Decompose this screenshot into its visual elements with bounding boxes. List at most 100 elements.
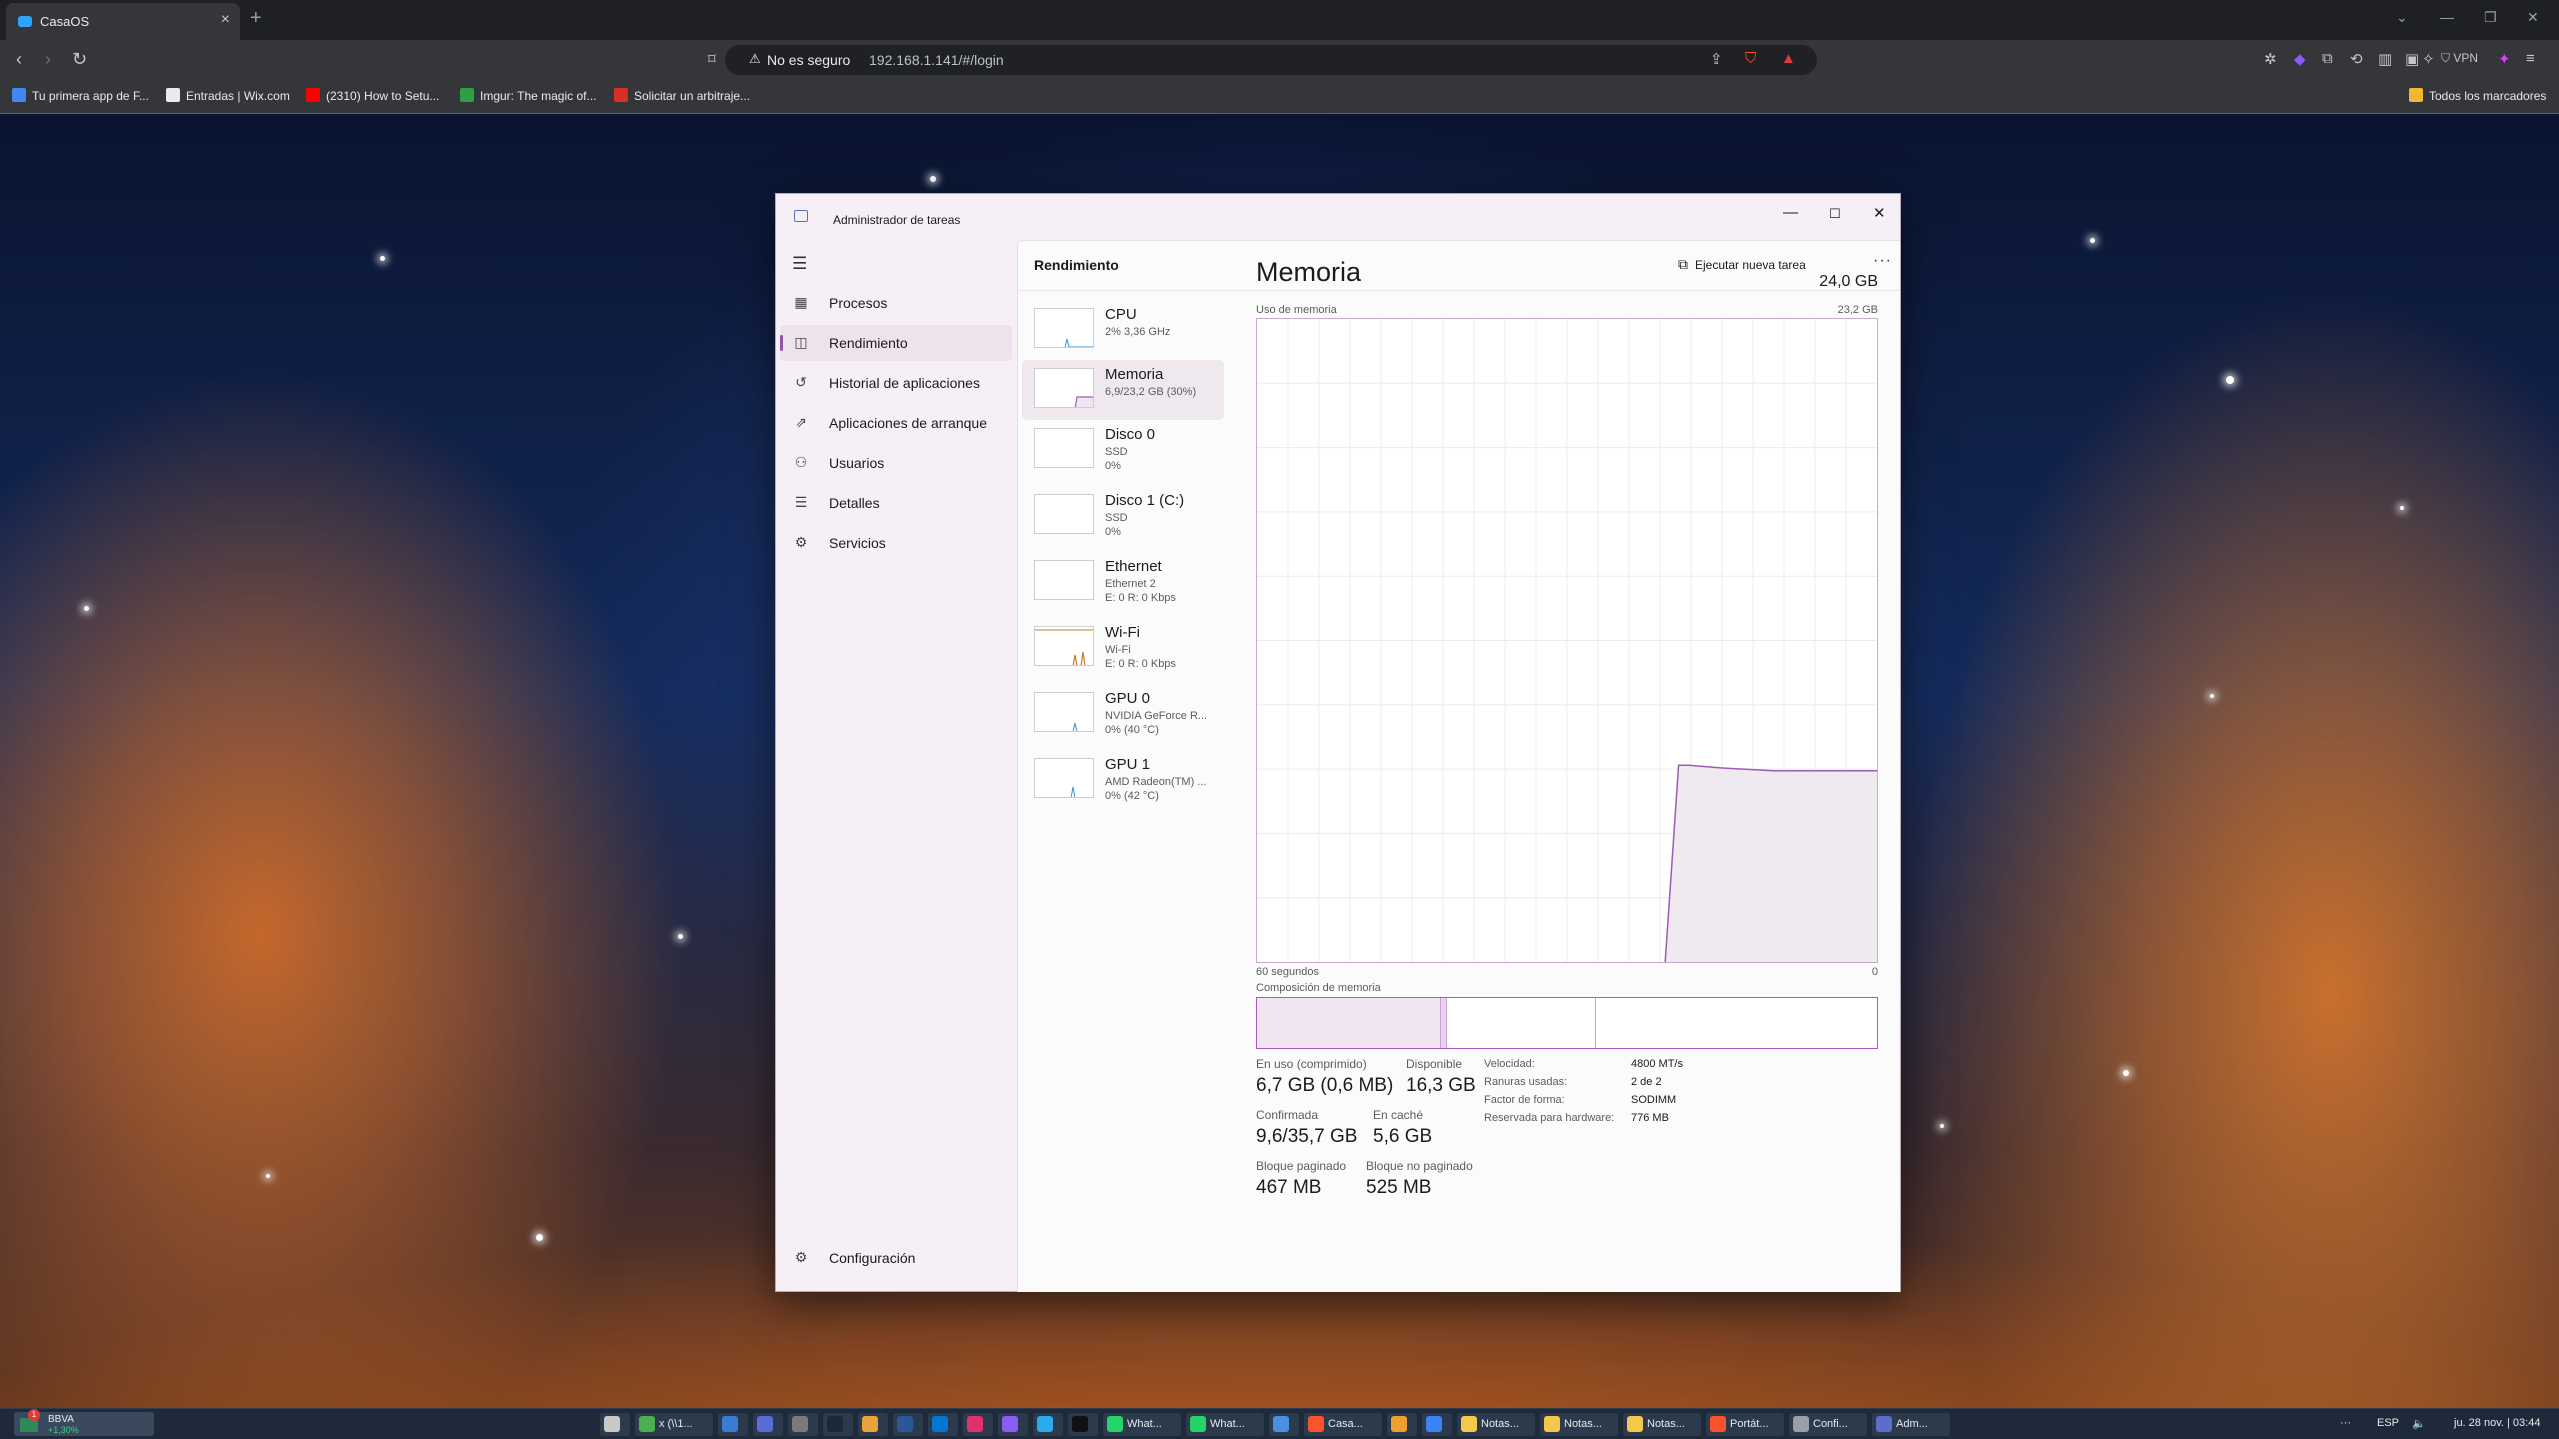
- browser-tab-casaos[interactable]: CasaOS ×: [6, 3, 240, 40]
- close-icon[interactable]: ✕: [1873, 204, 1886, 222]
- leo-icon[interactable]: ✧: [2422, 50, 2435, 68]
- widgets-button[interactable]: 1 BBVA +1,30%: [14, 1409, 154, 1436]
- device-memory[interactable]: Memoria 6,9/23,2 GB (30%): [1022, 360, 1224, 420]
- taskbar-app-button[interactable]: What...: [1103, 1413, 1181, 1436]
- tab-search-icon[interactable]: ⌄: [2396, 9, 2408, 26]
- device-name: Disco 0: [1105, 426, 1156, 443]
- clock[interactable]: ju. 28 nov. | 03:44: [2454, 1417, 2540, 1429]
- profile-extension-icon[interactable]: ◆: [2294, 50, 2306, 68]
- bookmark-item[interactable]: Entradas | Wix.com: [166, 88, 290, 103]
- hamburger-menu-icon[interactable]: ☰: [792, 254, 807, 274]
- nav-app-history[interactable]: ↺ Historial de aplicaciones: [780, 365, 1012, 401]
- taskbar-app-button[interactable]: [998, 1413, 1028, 1436]
- device-gpu-1[interactable]: GPU 1 AMD Radeon(TM) ... 0% (42 °C): [1022, 750, 1224, 810]
- nav-users[interactable]: ⚇ Usuarios: [780, 445, 1012, 481]
- cpu-thumbnail-graph: [1034, 308, 1094, 348]
- composition-segment[interactable]: [1257, 998, 1442, 1048]
- nav-details[interactable]: ☰ Detalles: [780, 485, 1012, 521]
- taskbar-app-button[interactable]: [1269, 1413, 1299, 1436]
- brave-shields-icon[interactable]: ⛉: [1745, 50, 1756, 67]
- minimize-icon[interactable]: —: [1783, 204, 1798, 221]
- bookmark-item[interactable]: Solicitar un arbitraje...: [614, 88, 750, 103]
- tray-overflow-icon[interactable]: ···: [2340, 1417, 2351, 1429]
- taskbar-app-button[interactable]: x (\\1...: [635, 1413, 713, 1436]
- address-bar[interactable]: ⚠ No es seguro 192.168.1.141/#/login ⇪ ⛉…: [725, 45, 1817, 75]
- leo-ai-icon[interactable]: ✦: [2498, 50, 2511, 68]
- bookmark-icon[interactable]: ⌑: [708, 50, 716, 68]
- all-bookmarks[interactable]: Todos los marcadores: [2409, 88, 2546, 103]
- taskbar-app-button[interactable]: Portát...: [1706, 1413, 1784, 1436]
- menu-icon[interactable]: ≡: [2526, 50, 2535, 67]
- star: [84, 606, 89, 611]
- taskbar-app-button[interactable]: What...: [1186, 1413, 1264, 1436]
- new-tab-icon[interactable]: +: [250, 7, 262, 30]
- wallet-icon[interactable]: ▣: [2405, 50, 2419, 68]
- bookmark-item[interactable]: Tu primera app de F...: [12, 88, 149, 103]
- taskbar-app-button[interactable]: [600, 1413, 630, 1436]
- taskbar-app-button[interactable]: [1068, 1413, 1098, 1436]
- minimize-icon[interactable]: —: [2440, 9, 2454, 25]
- network-volume-icon[interactable]: 🔈: [2412, 1417, 2426, 1430]
- taskbar-app-button[interactable]: Confi...: [1789, 1413, 1867, 1436]
- reload-icon[interactable]: ↻: [72, 49, 87, 70]
- taskbar-app-button[interactable]: [963, 1413, 993, 1436]
- taskbar-app-button[interactable]: [718, 1413, 748, 1436]
- device-gpu-0[interactable]: GPU 0 NVIDIA GeForce R... 0% (40 °C): [1022, 684, 1224, 744]
- security-status[interactable]: No es seguro: [767, 52, 850, 68]
- extensions-puzzle-icon[interactable]: ⧉: [2322, 50, 2333, 67]
- language-indicator[interactable]: ESP: [2377, 1417, 2399, 1429]
- composition-segment[interactable]: [1446, 998, 1597, 1048]
- sync-icon[interactable]: ⟲: [2350, 50, 2363, 68]
- app-icon: [1627, 1416, 1643, 1432]
- stat-label: Disponible: [1406, 1057, 1463, 1071]
- warning-icon[interactable]: ⚠: [749, 51, 761, 67]
- page-title: Rendimiento: [1034, 257, 1119, 273]
- taskbar-app-button[interactable]: [893, 1413, 923, 1436]
- taskbar-app-button[interactable]: Notas...: [1457, 1413, 1535, 1436]
- task-manager-titlebar[interactable]: Administrador de tareas — ☐ ✕: [776, 194, 1900, 240]
- taskbar-app-button[interactable]: Adm...: [1872, 1413, 1950, 1436]
- back-icon[interactable]: ‹: [16, 49, 22, 70]
- sidebar-icon[interactable]: ▥: [2378, 50, 2392, 68]
- device-disk-0[interactable]: Disco 0 SSD 0%: [1022, 420, 1224, 480]
- taskbar-app-button[interactable]: [823, 1413, 853, 1436]
- nav-processes[interactable]: ▦ Procesos: [780, 285, 1012, 321]
- forward-icon[interactable]: ›: [45, 49, 51, 70]
- taskbar-app-button[interactable]: Notas...: [1540, 1413, 1618, 1436]
- share-icon[interactable]: ⇪: [1710, 50, 1723, 68]
- device-cpu[interactable]: CPU 2% 3,36 GHz: [1022, 300, 1224, 360]
- taskbar-app-button[interactable]: [928, 1413, 958, 1436]
- taskbar-app-label: Notas...: [1647, 1417, 1685, 1430]
- device-wifi[interactable]: Wi-Fi Wi-Fi E: 0 R: 0 Kbps: [1022, 618, 1224, 678]
- spec-value: 776 MB: [1631, 1112, 1669, 1124]
- brave-rewards-icon[interactable]: ▲: [1781, 50, 1796, 67]
- memory-max-label: 23,2 GB: [1837, 304, 1878, 316]
- close-tab-icon[interactable]: ×: [221, 11, 230, 29]
- device-disk-1[interactable]: Disco 1 (C:) SSD 0%: [1022, 486, 1224, 546]
- stat-in-use: En uso (comprimido) 6,7 GB (0,6 MB): [1256, 1057, 1393, 1097]
- taskbar-app-button[interactable]: [858, 1413, 888, 1436]
- app-icon: [604, 1416, 620, 1432]
- taskbar-app-button[interactable]: Notas...: [1623, 1413, 1701, 1436]
- taskbar-app-button[interactable]: [1387, 1413, 1417, 1436]
- nav-performance[interactable]: ◫ Rendimiento: [780, 325, 1012, 361]
- browser-toolbar: ‹ › ↻ ⌑ ⚠ No es seguro 192.168.1.141/#/l…: [0, 40, 2559, 80]
- nav-services[interactable]: ⚙ Servicios: [780, 525, 1012, 561]
- extension-icon[interactable]: ✲: [2264, 50, 2277, 68]
- taskbar-app-button[interactable]: Casa...: [1304, 1413, 1382, 1436]
- vpn-button[interactable]: ⛉ VPN: [2441, 51, 2478, 66]
- taskbar-app-button[interactable]: [1422, 1413, 1452, 1436]
- url-text[interactable]: 192.168.1.141/#/login: [869, 52, 1004, 68]
- maximize-icon[interactable]: ❐: [2484, 9, 2497, 26]
- nav-settings[interactable]: ⚙ Configuración: [780, 1240, 1012, 1276]
- nav-startup-apps[interactable]: ⇗ Aplicaciones de arranque: [780, 405, 1012, 441]
- device-ethernet[interactable]: Ethernet Ethernet 2 E: 0 R: 0 Kbps: [1022, 552, 1224, 612]
- taskbar-app-button[interactable]: [753, 1413, 783, 1436]
- taskbar-app-button[interactable]: [788, 1413, 818, 1436]
- bookmark-item[interactable]: Imgur: The magic of...: [460, 88, 597, 103]
- maximize-icon[interactable]: ☐: [1829, 206, 1841, 222]
- composition-segment[interactable]: [1596, 998, 1877, 1048]
- close-window-icon[interactable]: ✕: [2527, 9, 2539, 26]
- taskbar-app-button[interactable]: [1033, 1413, 1063, 1436]
- bookmark-item[interactable]: (2310) How to Setu...: [306, 88, 439, 103]
